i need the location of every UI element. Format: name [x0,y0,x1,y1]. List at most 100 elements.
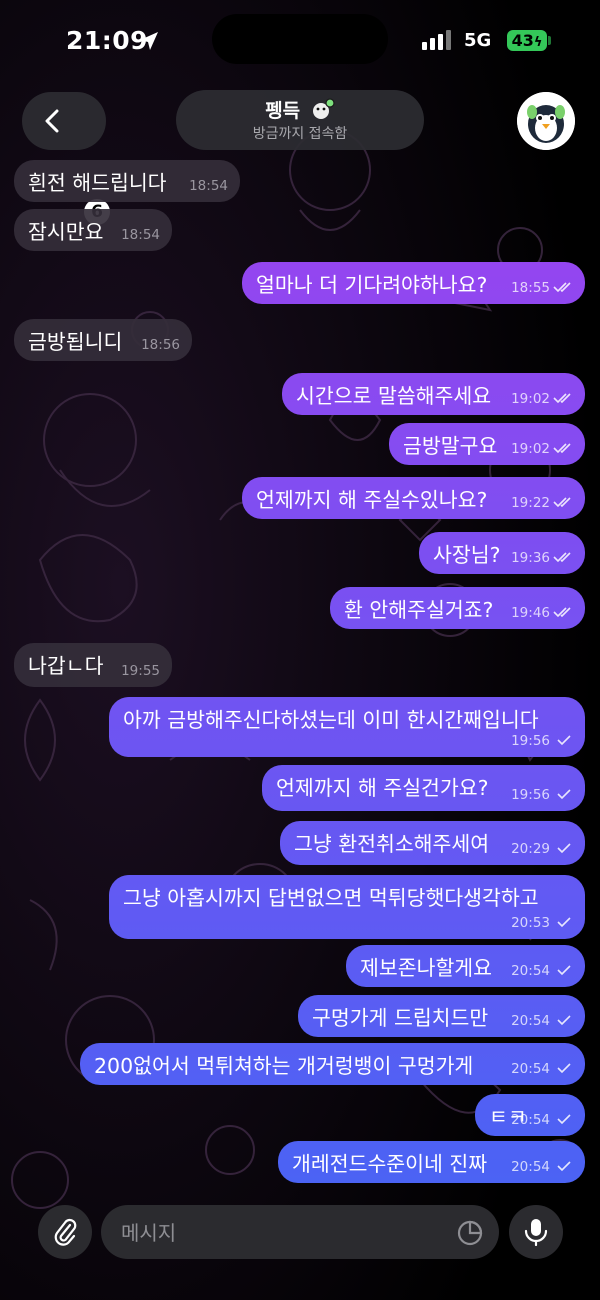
message-meta: 19:56 [511,733,573,749]
incoming-message-bubble[interactable]: 나갑ㄴ다 19:55 [14,643,172,687]
message-meta: 19:46 [511,605,573,621]
status-bar: 21:09 5G 43ϟ [0,0,600,80]
message-meta: 18:54 [189,178,228,194]
message-time: 18:54 [189,178,228,194]
outgoing-message-bubble[interactable]: 사장님? 19:36 [419,532,585,574]
message-time: 19:46 [511,605,550,621]
outgoing-message-bubble[interactable]: 금방말구요 19:02 [389,423,585,465]
battery-cap [548,36,551,45]
read-checkmarks-icon [557,1063,571,1074]
message-time: 20:54 [511,1013,550,1029]
message-time: 19:56 [511,733,550,749]
battery-level: 43 [511,31,534,50]
message-meta: 20:54 [511,1061,573,1077]
message-text: 시간으로 말씀해주세요 [296,384,492,408]
read-checkmarks-icon [553,393,571,404]
message-time: 20:54 [511,1061,550,1077]
outgoing-message-bubble[interactable]: 개레전드수준이네 진짜 20:54 [278,1141,585,1183]
outgoing-message-bubble[interactable]: 언제까지 해 주실수있나요? 19:22 [242,477,585,519]
message-text: 얼마나 더 기다려야하나요? [256,273,488,297]
message-meta: 18:54 [121,227,160,243]
message-meta: 20:54 [511,1112,573,1128]
message-time: 19:22 [511,495,550,511]
message-time: 19:36 [511,550,550,566]
message-text: 언제까지 해 주실건가요? [276,776,489,800]
message-input-field[interactable] [101,1205,499,1261]
message-meta: 19:55 [121,663,160,679]
read-checkmarks-icon [557,917,571,928]
read-checkmarks-icon [553,282,571,293]
message-time: 20:54 [511,1159,550,1175]
read-checkmarks-icon [557,789,571,800]
message-meta: 20:54 [511,963,573,979]
message-time: 19:02 [511,441,550,457]
message-text: 아까 금방해주신다하셨는데 이미 한시간째입니다 [123,708,539,732]
read-checkmarks-icon [557,1161,571,1172]
message-text: 언제까지 해 주실수있나요? [256,488,488,512]
read-checkmarks-icon [553,607,571,618]
incoming-message-bubble[interactable]: 잠시만요 18:54 [14,209,172,251]
microphone-button[interactable] [509,1205,563,1259]
microphone-icon [524,1219,548,1246]
message-meta: 19:02 [511,441,573,457]
outgoing-message-bubble[interactable]: 시간으로 말씀해주세요 19:02 [282,373,585,415]
incoming-message-bubble[interactable]: 금방됩니디 18:56 [14,319,192,361]
read-checkmarks-icon [557,1015,571,1026]
read-checkmarks-icon [557,843,571,854]
message-text: 환 안해주실거죠? [344,598,494,622]
contact-avatar[interactable] [517,92,575,150]
status-time: 21:09 [66,26,149,55]
message-text: 개레전드수준이네 진짜 [292,1152,488,1176]
outgoing-message-bubble[interactable]: 제보존나할게요 20:54 [346,945,585,987]
contact-status: 방금까지 접속함 [252,126,348,142]
signal-bars-icon [422,30,451,50]
outgoing-message-bubble[interactable]: 그냥 환전취소해주세여 20:29 [280,821,585,865]
read-checkmarks-icon [557,735,571,746]
message-text: 금방됩니디 [28,330,123,354]
message-time: 19:02 [511,391,550,407]
attach-button[interactable] [38,1205,92,1259]
message-meta: 20:54 [511,1013,573,1029]
message-time: 20:54 [511,1112,550,1128]
message-meta: 19:22 [511,495,573,511]
read-checkmarks-icon [557,1114,571,1125]
dynamic-island [212,14,388,64]
chevron-left-icon [45,109,59,133]
message-text: 잠시만요 [28,220,104,244]
message-text: 그냥 아홉시까지 답변없으면 먹튀당햇다생각하고 [123,886,539,910]
penguin-emoji-icon [312,98,335,119]
message-input[interactable] [119,1205,443,1261]
contact-name: 펭득 [265,100,301,122]
message-time: 20:53 [511,915,550,931]
network-type: 5G [464,30,492,51]
message-text: 그냥 환전취소해주세여 [294,832,490,856]
outgoing-message-bubble[interactable]: 그냥 아홉시까지 답변없으면 먹튀당햇다생각하고 20:53 [109,875,585,939]
outgoing-message-bubble[interactable]: 200없어서 먹튀쳐하는 개거렁뱅이 구멍가게 20:54 [80,1043,585,1085]
message-time: 20:54 [511,963,550,979]
message-meta: 19:36 [511,550,573,566]
outgoing-message-bubble[interactable]: 환 안해주실거죠? 19:46 [330,587,585,629]
outgoing-message-bubble[interactable]: 언제까지 해 주실건가요? 19:56 [262,765,585,811]
message-meta: 20:54 [511,1159,573,1175]
penguin-icon [517,92,575,150]
message-time: 18:54 [121,227,160,243]
message-time: 20:29 [511,841,550,857]
chat-header[interactable]: 펭득 방금까지 접속함 [176,90,424,150]
message-meta: 18:55 [511,280,573,296]
incoming-message-bubble[interactable]: 흰전 해드립니다 18:54 [14,160,240,202]
message-text: 금방말구요 [403,434,498,458]
outgoing-message-bubble[interactable]: 구멍가게 드립치드만 20:54 [298,995,585,1037]
outgoing-message-bubble[interactable]: 얼마나 더 기다려야하나요? 18:55 [242,262,585,304]
message-meta: 19:02 [511,391,573,407]
message-text: 나갑ㄴ다 [28,654,104,678]
read-checkmarks-icon [553,552,571,563]
outgoing-message-bubble[interactable]: ㅌㅋ 20:54 [475,1094,585,1136]
message-text: 200없어서 먹튀쳐하는 개거렁뱅이 구멍가게 [94,1054,474,1078]
outgoing-message-bubble[interactable]: 아까 금방해주신다하셨는데 이미 한시간째입니다 19:56 [109,697,585,757]
sticker-icon[interactable] [457,1220,483,1246]
message-text: 사장님? [433,543,501,567]
message-time: 18:56 [141,337,180,353]
location-arrow-icon [140,32,158,50]
message-time: 19:56 [511,787,550,803]
back-button[interactable]: 6 [22,92,110,225]
